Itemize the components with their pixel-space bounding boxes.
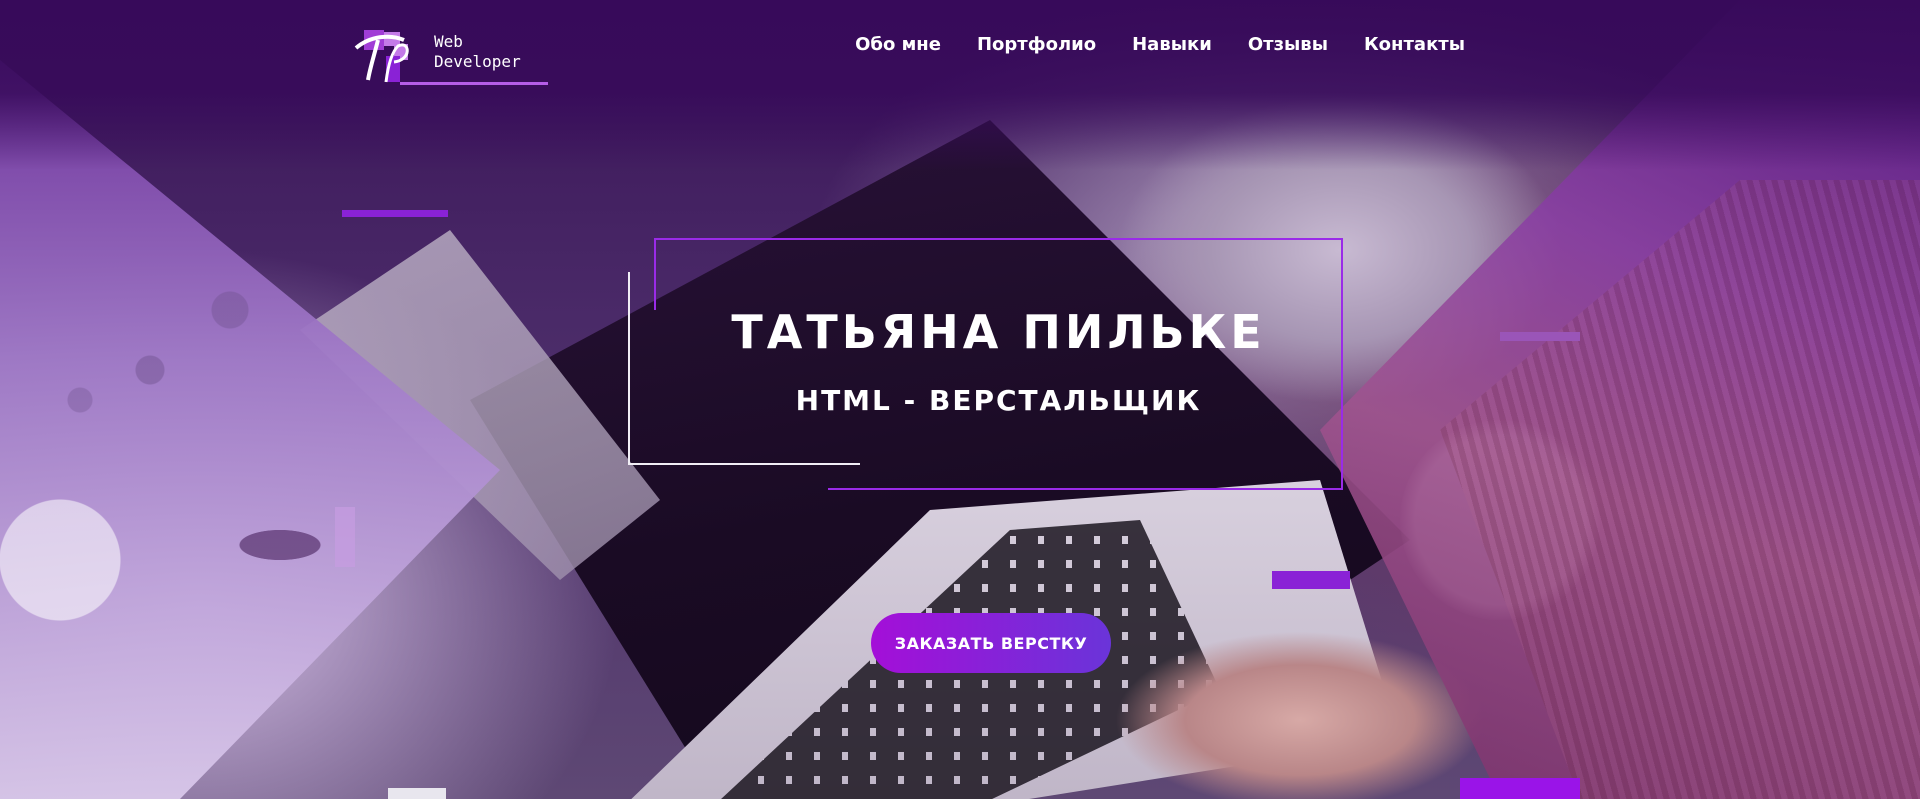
nav-item-skills[interactable]: Навыки — [1132, 34, 1212, 55]
accent-bar — [1272, 571, 1350, 589]
accent-bar — [1500, 332, 1580, 341]
accent-bar — [388, 788, 446, 799]
hero-frame-white-bottom — [628, 463, 860, 465]
site-logo[interactable]: Web Developer — [350, 26, 550, 88]
logo-monogram-icon — [354, 30, 409, 83]
hero-frame-purple-left — [654, 238, 656, 310]
accent-bar — [335, 507, 355, 567]
hero-frame-purple-bottom — [828, 488, 1343, 490]
hero-subtitle: HTML - ВЕРСТАЛЬЩИК — [795, 384, 1202, 417]
accent-bar — [342, 210, 448, 217]
hero-title: ТАТЬЯНА ПИЛЬКЕ — [731, 305, 1266, 359]
logo-underline — [400, 82, 548, 85]
hero-frame-white-left — [628, 272, 630, 465]
nav-item-contacts[interactable]: Контакты — [1364, 34, 1465, 55]
logo-text: Web Developer — [434, 32, 521, 72]
order-layout-button[interactable]: ЗАКАЗАТЬ ВЕРСТКУ — [871, 613, 1111, 673]
main-nav: Обо мне Портфолио Навыки Отзывы Контакты — [855, 34, 1465, 55]
nav-item-about[interactable]: Обо мне — [855, 34, 941, 55]
hero-frame-bottom-mask — [656, 486, 828, 492]
nav-item-portfolio[interactable]: Портфолио — [977, 34, 1096, 55]
logo-text-line1: Web — [434, 32, 463, 51]
header-shade — [0, 0, 1920, 170]
hero-frame-purple — [654, 238, 1343, 490]
accent-bar — [1460, 778, 1580, 799]
landing-page: Web Developer Обо мне Портфолио Навыки О… — [0, 0, 1920, 799]
logo-text-line2: Developer — [434, 52, 521, 71]
nav-item-reviews[interactable]: Отзывы — [1248, 34, 1328, 55]
